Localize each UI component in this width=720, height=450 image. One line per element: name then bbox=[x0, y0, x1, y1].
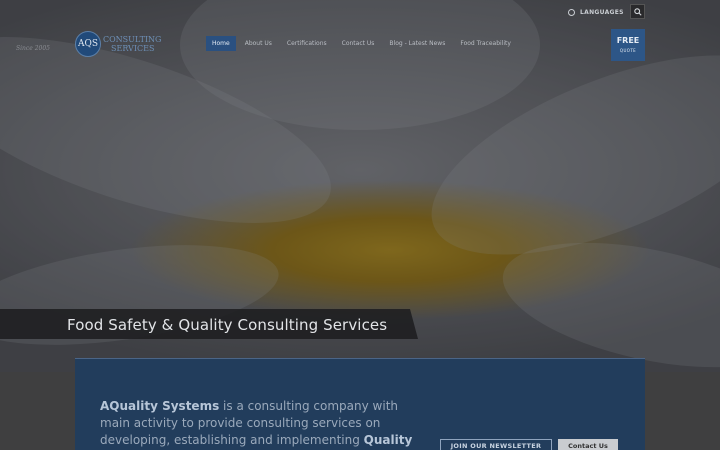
free-quote-big: FREE bbox=[616, 36, 640, 45]
search-button[interactable] bbox=[630, 4, 645, 19]
logo-line-2: SERVICES bbox=[111, 44, 155, 53]
globe-icon bbox=[568, 8, 575, 16]
nav-item-about-us[interactable]: About Us bbox=[239, 36, 278, 51]
nav-item-blog[interactable]: Blog - Latest News bbox=[383, 36, 451, 51]
intro-company: AQuality Systems bbox=[100, 399, 220, 413]
search-icon bbox=[633, 7, 642, 16]
contact-us-button[interactable]: Contact Us bbox=[558, 439, 618, 450]
hero-tagline: Food Safety & Quality Consulting Service… bbox=[67, 316, 388, 334]
free-quote-button[interactable]: FREE QUOTE bbox=[611, 29, 645, 61]
nav-item-home[interactable]: Home bbox=[206, 36, 236, 51]
nav-item-food-traceability[interactable]: Food Traceability bbox=[454, 36, 517, 51]
languages-label: LANGUAGES bbox=[580, 8, 624, 16]
logo-line-1: CONSULTING bbox=[103, 35, 162, 44]
languages-menu[interactable]: LANGUAGES bbox=[568, 6, 624, 18]
intro-emphasis: Quality bbox=[363, 433, 413, 447]
nav-item-contact-us[interactable]: Contact Us bbox=[336, 36, 381, 51]
free-quote-small: QUOTE bbox=[619, 48, 637, 53]
signature: Since 2005 bbox=[16, 45, 50, 52]
intro-text: AQuality Systems is a consulting company… bbox=[100, 398, 420, 449]
top-bar: LANGUAGES bbox=[0, 0, 720, 24]
main-nav: Home About Us Certifications Contact Us … bbox=[206, 36, 520, 51]
logo-monogram: AQS bbox=[75, 31, 101, 57]
nav-item-certifications[interactable]: Certifications bbox=[281, 36, 333, 51]
logo-text: CONSULTING SERVICES bbox=[103, 35, 161, 53]
site-logo[interactable]: AQS CONSULTING SERVICES bbox=[75, 31, 161, 57]
newsletter-button[interactable]: JOIN OUR NEWSLETTER bbox=[440, 439, 552, 450]
